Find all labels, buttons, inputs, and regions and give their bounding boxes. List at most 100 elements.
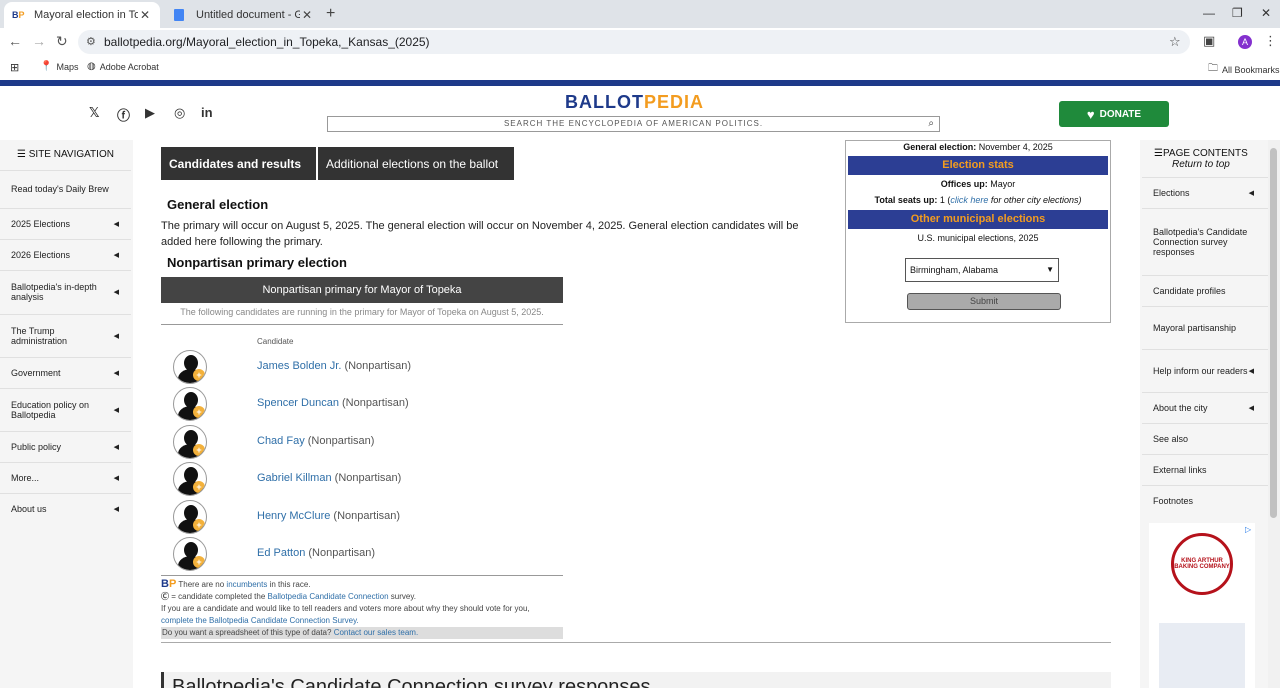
toc-item-label: External links (1153, 465, 1207, 475)
nav-header-label: SITE NAVIGATION (28, 149, 114, 160)
return-to-top-link[interactable]: Return to top (1172, 159, 1230, 170)
candidate-name-link[interactable]: Gabriel Killman (257, 472, 332, 484)
instagram-icon[interactable]: ◎ (174, 105, 185, 121)
king-arthur-logo: KING ARTHUR BAKING COMPANY (1171, 533, 1233, 595)
candidate-avatar[interactable]: + (173, 537, 207, 571)
municipal-elections-link[interactable]: U.S. municipal elections, 2025 (846, 233, 1110, 243)
menu-kebab-icon[interactable]: ⋮ (1264, 33, 1277, 49)
nav-item-education-policy[interactable]: Education policy on Ballotpedia ◀ (0, 388, 131, 431)
nav-item-2026-elections[interactable]: 2026 Elections ◀ (0, 239, 131, 270)
submit-button[interactable]: Submit (907, 293, 1061, 310)
nav-item-more[interactable]: More... ◀ (0, 462, 131, 493)
ballotpedia-bp-icon: BP (161, 578, 177, 590)
donate-button[interactable]: ♥ DONATE (1059, 101, 1169, 127)
cast-icon[interactable]: ▣ (1203, 33, 1215, 49)
toc-item-external-links[interactable]: External links (1142, 454, 1268, 485)
toc-item-about-city[interactable]: About the city ◀ (1142, 392, 1268, 423)
nav-item-label: Education policy on Ballotpedia (11, 400, 90, 420)
nav-item-label: Read today's Daily Brew (11, 184, 109, 194)
contact-sales-link[interactable]: Contact our sales team. (334, 628, 418, 637)
incumbents-link[interactable]: incumbents (226, 580, 267, 589)
x-icon[interactable]: 𝕏 (89, 105, 99, 121)
infobox-label: Offices up: (940, 179, 988, 189)
nav-item-trump-administration[interactable]: The Trump administration ◀ (0, 314, 131, 357)
nav-item-in-depth-analysis[interactable]: Ballotpedia's in-depth analysis ◀ (0, 270, 131, 313)
nav-item-public-policy[interactable]: Public policy ◀ (0, 431, 131, 462)
maximize-icon[interactable]: ❐ (1232, 6, 1243, 20)
footnote-text: Do you want a spreadsheet of this type o… (162, 628, 332, 637)
all-bookmarks[interactable]: 🗀 All Bookmarks (1208, 61, 1280, 78)
search-icon[interactable]: ⌕ (928, 117, 935, 131)
bookmark-maps[interactable]: 📍 Maps (40, 61, 78, 72)
nav-item-label: More... (11, 473, 40, 483)
toc-item-help-inform[interactable]: Help inform our readers ◀ (1142, 349, 1268, 392)
candidate-avatar[interactable]: + (173, 387, 207, 421)
candidate-connection-link[interactable]: Ballotpedia Candidate Connection (268, 592, 389, 601)
apps-grid-icon[interactable]: ⊞ (10, 61, 19, 74)
table-row: + Chad Fay (Nonpartisan) (161, 424, 563, 460)
tab-candidates-and-results[interactable]: Candidates and results (161, 147, 316, 180)
nav-item-about-us[interactable]: About us ◀ (0, 493, 131, 524)
back-icon[interactable]: ← (8, 33, 22, 49)
toc-item-label: Ballotpedia's Candidate Connection surve… (1153, 227, 1248, 257)
footnote-text: in this race. (269, 580, 311, 589)
ballotpedia-logo[interactable]: BALLOTPEDIA (565, 92, 704, 113)
scrollbar-thumb[interactable] (1270, 148, 1277, 518)
candidate-name-link[interactable]: James Bolden Jr. (257, 360, 341, 372)
candidate-name-link[interactable]: Chad Fay (257, 435, 305, 447)
search-placeholder: SEARCH THE ENCYCLOPEDIA OF AMERICAN POLI… (503, 119, 764, 128)
youtube-icon[interactable]: ▶ (145, 105, 155, 121)
toc-item-footnotes[interactable]: Footnotes (1142, 485, 1268, 516)
tab-google-doc[interactable]: Untitled document - Google Do ✕ (166, 2, 322, 28)
tab-additional-elections[interactable]: Additional elections on the ballot (318, 147, 514, 180)
candidate-name-link[interactable]: Henry McClure (257, 510, 330, 522)
profile-avatar[interactable]: A (1238, 35, 1252, 49)
candidate-party: (Nonpartisan) (342, 397, 409, 409)
new-tab-button[interactable]: + (326, 5, 335, 23)
forward-icon[interactable]: → (32, 33, 46, 49)
footnote-incumbents: BP There are no incumbents in this race. (161, 578, 563, 591)
facebook-icon[interactable]: ⓕ (117, 105, 130, 124)
candidate-connection-icon: Ⓒ (161, 592, 169, 601)
close-window-icon[interactable]: ✕ (1261, 6, 1271, 20)
toc-item-see-also[interactable]: See also (1142, 423, 1268, 454)
candidate-name-link[interactable]: Ed Patton (257, 547, 305, 559)
linkedin-icon[interactable]: in (201, 105, 213, 120)
toc-item-elections[interactable]: Elections ◀ (1142, 177, 1268, 208)
nav-item-government[interactable]: Government ◀ (0, 357, 131, 388)
toc-item-candidate-connection[interactable]: Ballotpedia's Candidate Connection surve… (1142, 208, 1268, 275)
bookmark-adobe-acrobat[interactable]: ◍ Adobe Acrobat (87, 61, 159, 72)
click-here-link[interactable]: click here (950, 195, 988, 205)
offices-up: Offices up: Mayor (846, 179, 1110, 189)
close-icon[interactable]: ✕ (300, 8, 314, 22)
candidate-avatar[interactable]: + (173, 350, 207, 384)
complete-survey-link[interactable]: complete the Ballotpedia Candidate Conne… (161, 616, 359, 625)
site-search-input[interactable]: SEARCH THE ENCYCLOPEDIA OF AMERICAN POLI… (327, 116, 940, 132)
folder-icon: 🗀 (1208, 63, 1218, 74)
toc-item-mayoral-partisanship[interactable]: Mayoral partisanship (1142, 306, 1268, 349)
general-election-date: General election: November 4, 2025 (846, 142, 1110, 152)
close-icon[interactable]: ✕ (138, 8, 152, 22)
city-select[interactable]: Birmingham, Alabama ▼ (905, 258, 1059, 282)
adchoices-icon[interactable]: ▷ (1245, 525, 1251, 534)
triangle-left-icon: ◀ (113, 407, 119, 414)
infobox-label: General election: (903, 142, 977, 152)
donate-label: DONATE (1099, 108, 1142, 120)
advertisement[interactable]: ▷ KING ARTHUR BAKING COMPANY (1149, 523, 1255, 688)
reload-icon[interactable]: ↻ (56, 33, 68, 50)
tab-topeka-election[interactable]: BP Mayoral election in Topeka, Kan ✕ (4, 2, 160, 28)
candidate-avatar[interactable]: + (173, 500, 207, 534)
nav-item-2025-elections[interactable]: 2025 Elections ◀ (0, 208, 131, 239)
candidate-name-link[interactable]: Spencer Duncan (257, 397, 339, 409)
bookmark-star-icon[interactable]: ☆ (1169, 34, 1181, 50)
candidate-avatar[interactable]: + (173, 462, 207, 496)
general-election-text: The primary will occur on August 5, 2025… (161, 220, 799, 248)
site-settings-icon[interactable]: ⚙ (86, 35, 96, 48)
minimize-icon[interactable]: — (1203, 6, 1215, 20)
toc-item-candidate-profiles[interactable]: Candidate profiles (1142, 275, 1268, 306)
candidate-avatar[interactable]: + (173, 425, 207, 459)
nav-item-daily-brew[interactable]: Read today's Daily Brew (0, 170, 131, 207)
address-bar[interactable]: ⚙ ballotpedia.org/Mayoral_election_in_To… (78, 30, 1190, 54)
triangle-left-icon: ◀ (113, 333, 119, 340)
footnote-text: survey. (390, 592, 416, 601)
